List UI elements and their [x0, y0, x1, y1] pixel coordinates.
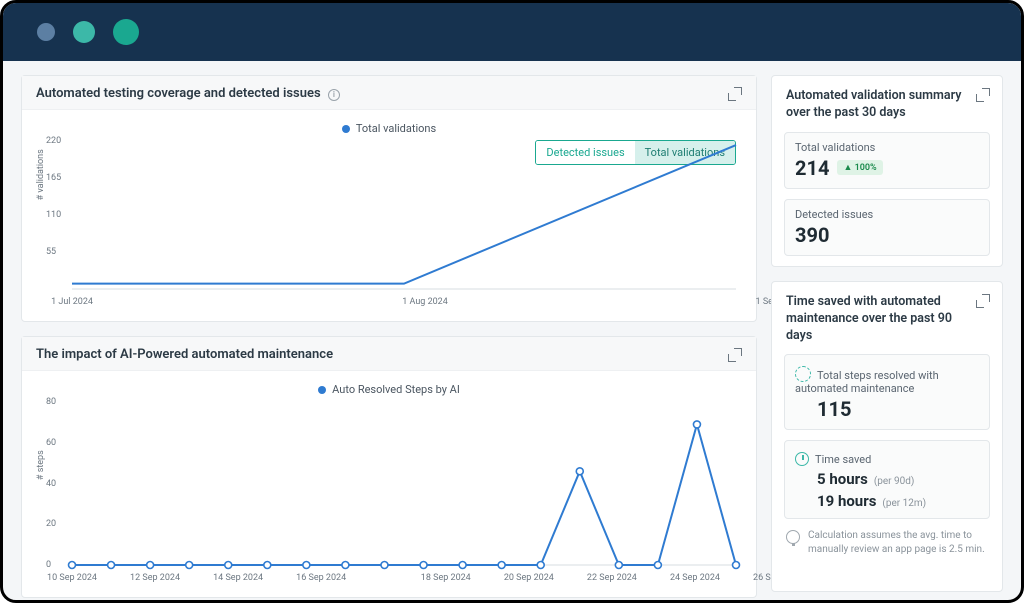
xtick: 16 Sep 2024 — [296, 573, 346, 583]
card-time-saved: Time saved with automated maintenance ov… — [771, 281, 1003, 592]
metric-label: Time saved — [795, 449, 979, 466]
xtick: 14 Sep 2024 — [213, 573, 263, 583]
card-coverage: Automated testing coverage and detected … — [21, 75, 757, 322]
ytick: 165 — [46, 173, 61, 183]
metric-steps-resolved: Total steps resolved with automated main… — [784, 354, 990, 430]
card-ai-impact: The impact of AI-Powered automated maint… — [21, 336, 757, 598]
window-dot-3 — [113, 19, 139, 45]
metric-total-validations: Total validations 214 ▲ 100% — [784, 132, 990, 189]
info-icon[interactable]: i — [328, 89, 340, 101]
value-text: 19 hours — [817, 492, 876, 510]
yaxis-label: # steps — [36, 450, 46, 480]
ytick: 80 — [46, 397, 56, 407]
summary-head: Automated validation summary over the pa… — [772, 76, 1002, 132]
chart-svg — [72, 141, 736, 289]
xtick: 24 Sep 2024 — [670, 573, 720, 583]
ytick: 40 — [46, 479, 56, 489]
timesaved-head: Time saved with automated maintenance ov… — [772, 282, 1002, 355]
card-ai-head: The impact of AI-Powered automated maint… — [22, 337, 756, 371]
xtick: 22 Sep 2024 — [587, 573, 637, 583]
ytick: 110 — [46, 210, 61, 220]
footnote-text: Calculation assumes the avg. time to man… — [808, 529, 988, 556]
label-text: Total steps resolved with automated main… — [795, 369, 939, 395]
legend-dot-icon — [342, 125, 350, 133]
suffix-text: (per 12m) — [882, 498, 926, 509]
expand-icon[interactable] — [976, 294, 990, 308]
legend-coverage: Total validations — [36, 116, 742, 137]
suffix-text: (per 90d) — [874, 476, 915, 487]
label-text: Time saved — [815, 453, 871, 466]
summary-title: Automated validation summary over the pa… — [786, 88, 988, 122]
card-coverage-head: Automated testing coverage and detected … — [22, 76, 756, 110]
ytick: 0 — [46, 560, 51, 570]
timesaved-title: Time saved with automated maintenance ov… — [786, 294, 988, 345]
window-titlebar — [3, 3, 1021, 61]
window-dot-2 — [73, 21, 95, 43]
yaxis-label: # validations — [36, 149, 46, 200]
ytick: 55 — [46, 247, 56, 257]
xtick: 20 Sep 2024 — [504, 573, 554, 583]
metric-value: 390 — [795, 223, 979, 247]
xtick: 18 Sep 2024 — [421, 573, 471, 583]
metric-label: Total steps resolved with automated main… — [795, 363, 979, 395]
value-text: 5 hours — [817, 470, 868, 488]
xtick: 12 Sep 2024 — [130, 573, 180, 583]
dashboard-content: Automated testing coverage and detected … — [3, 61, 1021, 603]
ytick: 220 — [46, 136, 61, 146]
left-column: Automated testing coverage and detected … — [21, 75, 757, 592]
legend-label: Auto Resolved Steps by AI — [332, 383, 460, 396]
time-per-12m: 19 hours (per 12m) — [817, 492, 979, 510]
metric-detected-issues: Detected issues 390 — [784, 199, 990, 256]
footnote: Calculation assumes the avg. time to man… — [772, 529, 1002, 566]
ytick: 60 — [46, 438, 56, 448]
chart-ai-body: Auto Resolved Steps by AI # steps 0 20 40 6… — [22, 371, 756, 597]
value-text: 214 — [795, 156, 829, 180]
target-icon — [795, 366, 811, 382]
card-ai-title: The impact of AI-Powered automated maint… — [36, 347, 333, 362]
metric-time-saved: Time saved 5 hours (per 90d) 19 hours (p… — [784, 440, 990, 519]
window-dot-1 — [37, 23, 55, 41]
bulb-icon — [786, 530, 800, 544]
clock-icon — [795, 452, 809, 466]
ytick: 20 — [46, 519, 56, 529]
expand-icon[interactable] — [728, 87, 742, 101]
legend-label: Total validations — [356, 122, 436, 135]
xtick: 1 Jul 2024 — [51, 297, 93, 307]
metric-label: Total validations — [795, 141, 979, 154]
trend-badge: ▲ 100% — [837, 160, 882, 175]
expand-icon[interactable] — [728, 348, 742, 362]
trend-value: 100% — [855, 163, 877, 173]
card-coverage-title: Automated testing coverage and detected … — [36, 86, 340, 101]
xtick: 1 Aug 2024 — [402, 297, 448, 307]
chart-ai-plot: # steps 020406080 10 Sep 202412 Sep 2024… — [36, 402, 742, 587]
card-summary-30d: Automated validation summary over the pa… — [771, 75, 1003, 267]
metric-value: 115 — [817, 397, 979, 421]
title-text: Automated testing coverage and detected … — [36, 86, 321, 101]
metric-value: 214 ▲ 100% — [795, 156, 979, 180]
app-window: Automated testing coverage and detected … — [0, 0, 1024, 603]
expand-icon[interactable] — [976, 88, 990, 102]
time-per-90d: 5 hours (per 90d) — [817, 470, 979, 488]
chart-coverage-body: Total validations Detected issues Total … — [22, 110, 756, 321]
metric-label: Detected issues — [795, 208, 979, 221]
legend-ai: Auto Resolved Steps by AI — [36, 377, 742, 398]
xtick: 10 Sep 2024 — [47, 573, 97, 583]
chart-coverage-plot: # validations 55110165220 1 Jul 20241 Au… — [36, 141, 742, 311]
chart-svg — [72, 402, 736, 565]
right-column: Automated validation summary over the pa… — [771, 75, 1003, 592]
legend-dot-icon — [318, 386, 326, 394]
